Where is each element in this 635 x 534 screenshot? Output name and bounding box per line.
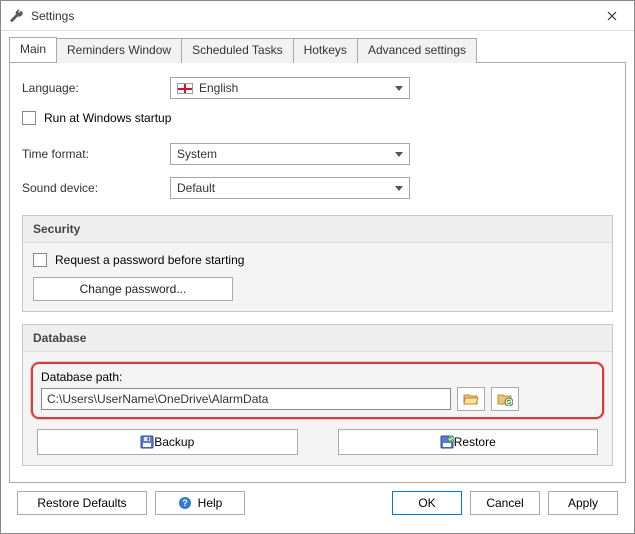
tab-scheduled[interactable]: Scheduled Tasks [181, 38, 294, 63]
svg-text:?: ? [182, 498, 188, 508]
run-startup-checkbox[interactable] [22, 111, 36, 125]
language-combo[interactable]: English [170, 77, 410, 99]
backup-button[interactable]: Backup [37, 429, 298, 455]
change-password-button[interactable]: Change password... [33, 277, 233, 301]
window-title: Settings [31, 9, 590, 23]
tabstrip: Main Reminders Window Scheduled Tasks Ho… [9, 37, 626, 62]
request-password-label: Request a password before starting [55, 253, 244, 267]
apply-label: Apply [568, 496, 598, 510]
save-icon [140, 435, 154, 449]
database-legend: Database [23, 325, 612, 352]
cancel-label: Cancel [486, 496, 523, 510]
tab-hotkeys[interactable]: Hotkeys [293, 38, 358, 63]
ok-button[interactable]: OK [392, 491, 462, 515]
change-password-label: Change password... [80, 282, 187, 296]
language-label: Language: [22, 81, 170, 95]
settings-window: Settings Main Reminders Window Scheduled… [0, 0, 635, 534]
tab-advanced[interactable]: Advanced settings [357, 38, 477, 63]
browse-folder-button[interactable] [457, 387, 485, 411]
dialog-footer: Restore Defaults ? Help OK Cancel Apply [9, 483, 626, 525]
database-group: Database Database path: [22, 324, 613, 466]
help-button[interactable]: ? Help [155, 491, 245, 515]
time-format-value: System [177, 147, 217, 161]
backup-label: Backup [154, 435, 194, 449]
folder-sync-icon [497, 392, 513, 406]
help-icon: ? [178, 496, 192, 510]
titlebar: Settings [1, 1, 634, 31]
restore-label: Restore [454, 435, 496, 449]
restore-icon [440, 435, 454, 449]
database-path-label: Database path: [41, 370, 594, 384]
help-label: Help [198, 496, 223, 510]
tab-main[interactable]: Main [9, 37, 57, 62]
apply-button[interactable]: Apply [548, 491, 618, 515]
close-button[interactable] [590, 1, 634, 30]
tab-reminders[interactable]: Reminders Window [56, 38, 182, 63]
security-legend: Security [23, 216, 612, 243]
sound-device-value: Default [177, 181, 215, 195]
cancel-button[interactable]: Cancel [470, 491, 540, 515]
wrench-icon [9, 8, 25, 24]
dialog-content: Main Reminders Window Scheduled Tasks Ho… [1, 31, 634, 533]
run-startup-label: Run at Windows startup [44, 111, 171, 125]
close-icon [607, 11, 617, 21]
restore-defaults-button[interactable]: Restore Defaults [17, 491, 147, 515]
language-value: English [199, 81, 238, 95]
database-path-highlight: Database path: [31, 362, 604, 419]
sound-device-label: Sound device: [22, 181, 170, 195]
sync-folder-button[interactable] [491, 387, 519, 411]
tabpanel-main: Language: English Run at Windows startup… [9, 62, 626, 483]
ok-label: OK [418, 496, 435, 510]
security-group: Security Request a password before start… [22, 215, 613, 312]
restore-button[interactable]: Restore [338, 429, 599, 455]
database-path-input[interactable] [41, 388, 451, 410]
time-format-combo[interactable]: System [170, 143, 410, 165]
folder-open-icon [463, 392, 479, 406]
time-format-label: Time format: [22, 147, 170, 161]
uk-flag-icon [177, 83, 193, 94]
sound-device-combo[interactable]: Default [170, 177, 410, 199]
restore-defaults-label: Restore Defaults [37, 496, 126, 510]
request-password-checkbox[interactable] [33, 253, 47, 267]
